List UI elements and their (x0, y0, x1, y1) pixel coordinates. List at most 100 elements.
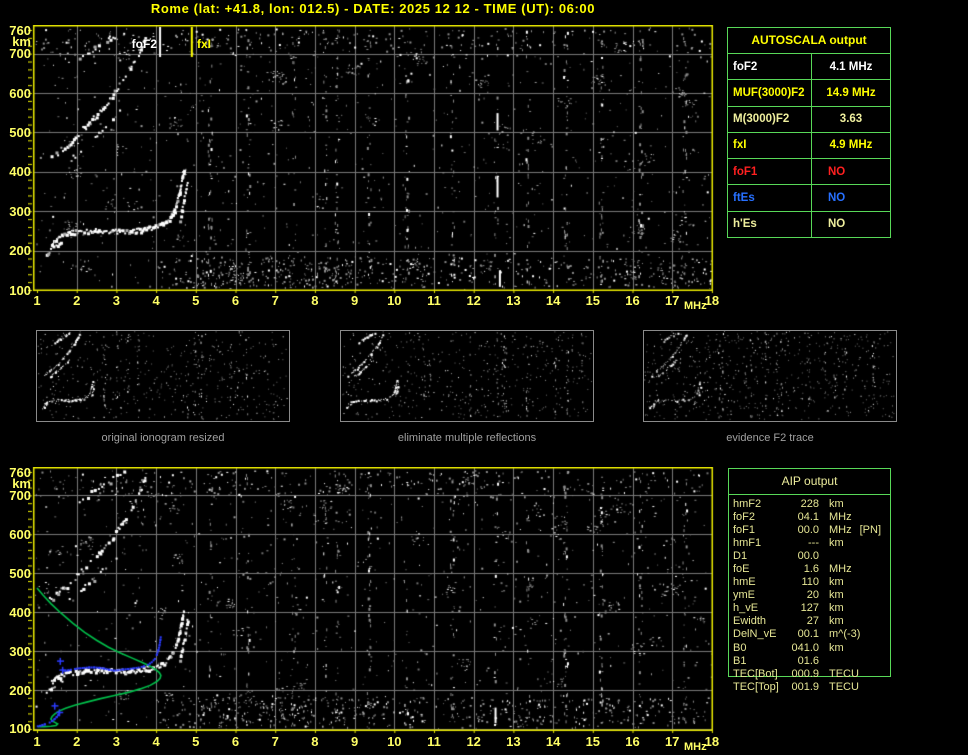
y-tick-label: 300 (9, 203, 31, 219)
aip-header-divider (728, 494, 891, 495)
row-value: NO (828, 165, 846, 178)
table-row-m3000f2: M(3000)F2 3.63 (728, 106, 890, 133)
y-tick-label: 200 (9, 243, 31, 259)
autoscala-screen: Rome (lat: +41.8, lon: 012.5) - DATE: 20… (0, 0, 968, 755)
x-tick-label: 4 (152, 734, 160, 749)
row-label: foF1 (728, 159, 812, 185)
row-label: ftEs (728, 185, 812, 211)
x-tick-label: 5 (192, 293, 200, 308)
x-tick-label: 5 (192, 734, 200, 749)
thumbnail-original-ionogram (36, 330, 290, 422)
x-tick-label: 11 (427, 734, 441, 749)
autoscala-table-header: AUTOSCALA output (728, 28, 890, 54)
thumbnail-caption: original ionogram resized (101, 432, 225, 444)
aip-row-fof2: foF2 04.1 MHz (733, 510, 852, 523)
x-tick-label: 9 (350, 293, 359, 308)
x-axis-unit-label: MHz (684, 300, 707, 312)
x-tick-label: 1 (33, 734, 41, 749)
row-label: foF2 (728, 54, 812, 80)
x-tick-label: 8 (311, 734, 319, 749)
x-tick-label: 2 (73, 293, 81, 308)
row-label: MUF(3000)F2 (728, 80, 812, 106)
x-axis-unit-label: MHz (684, 741, 707, 753)
aip-row-tec-top: TEC[Top] 001.9 TECU (733, 680, 859, 693)
y-tick-label: 600 (9, 526, 31, 542)
x-tick-label: 7 (271, 734, 279, 749)
x-tick-label: 11 (427, 293, 441, 308)
x-tick-label: 4 (152, 293, 160, 308)
table-row-muf3000f2: MUF(3000)F2 14.9 MHz (728, 80, 890, 107)
x-tick-label: 17 (664, 293, 680, 308)
x-tick-label: 16 (625, 734, 640, 749)
y-tick-label: 600 (9, 85, 31, 101)
autoscala-output-table: AUTOSCALA output foF2 4.1 MHz MUF(3000)F… (727, 27, 891, 238)
row-value: 4.1 MHz (829, 60, 873, 73)
row-value: 14.9 MHz (826, 86, 876, 99)
x-tick-label: 1 (33, 293, 41, 308)
thumbnail-canvas (341, 331, 593, 421)
aip-row-foe: foE 1.6 MHz (733, 563, 852, 576)
thumbnail-eliminate-reflections (340, 330, 594, 422)
aip-row-fof1: foF1 00.0 MHz [PN] (733, 523, 882, 536)
table-row-fof1: foF1 NO (728, 159, 890, 186)
x-tick-label: 12 (466, 293, 481, 308)
x-tick-label: 3 (112, 734, 120, 749)
aip-row-deln-ve: DelN_vE 00.1 m^(-3) (733, 628, 861, 641)
x-tick-label: 6 (231, 293, 240, 308)
thumbnail-canvas (644, 331, 896, 421)
row-label: h'Es (728, 211, 812, 237)
bottom-ionogram-canvas (28, 467, 714, 735)
thumbnail-caption: eliminate multiple reflections (397, 432, 537, 444)
x-tick-label: 10 (387, 293, 402, 308)
table-row-fxi: fxI 4.9 MHz (728, 132, 890, 160)
aip-row-ewidth: Ewidth 27 km (733, 615, 844, 628)
row-value: 4.9 MHz (829, 139, 873, 152)
x-tick-label: 3 (112, 293, 120, 308)
x-tick-label: 15 (585, 734, 601, 749)
x-tick-label: 10 (387, 734, 402, 749)
x-tick-label: 14 (545, 293, 561, 308)
aip-row-yme: ymE 20 km (733, 589, 844, 602)
y-tick-label: 300 (9, 643, 31, 659)
y-tick-label: 200 (9, 682, 31, 698)
aip-row-b1: B1 01.6 (733, 654, 819, 667)
thumbnail-caption: evidence F2 trace (726, 432, 814, 444)
aip-row-tec-bot: TEC[Bot] 000.9 TECU (733, 667, 859, 680)
page-title: Rome (lat: +41.8, lon: 012.5) - DATE: 20… (150, 1, 596, 16)
thumbnail-evidence-f2-trace (643, 330, 897, 422)
fof2-marker-label: foF2 (131, 37, 157, 51)
top-ionogram-canvas (28, 25, 714, 295)
y-axis-unit-label: km (12, 476, 31, 492)
x-tick-label: 8 (311, 293, 319, 308)
aip-output-rows: hmF2 228 km foF2 04.1 MHz foF1 00.0 MHz [PN] hm… (733, 497, 903, 693)
table-row-fof2: foF2 4.1 MHz (728, 54, 890, 81)
aip-row-hmf1: hmF1 --- km (733, 536, 844, 549)
aip-row-d1: D1 00.0 (733, 549, 819, 562)
table-row-hes: h'Es NO (728, 211, 890, 237)
row-value: NO (828, 218, 846, 231)
x-tick-label: 12 (466, 734, 481, 749)
y-tick-label: 500 (9, 124, 31, 140)
x-tick-label: 6 (231, 734, 240, 749)
aip-row-hve: h_vE 127 km (733, 602, 844, 615)
x-tick-label: 16 (625, 293, 640, 308)
row-label: fxI (728, 132, 812, 159)
row-value: 3.63 (839, 113, 863, 126)
aip-row-hme: hmE 110 km (733, 576, 844, 589)
x-tick-label: 9 (350, 734, 359, 749)
x-tick-label: 17 (664, 734, 680, 749)
x-tick-label: 13 (506, 293, 521, 308)
table-row-ftes: ftEs NO (728, 185, 890, 212)
thumbnail-canvas (37, 331, 289, 421)
aip-row-b0: B0 041.0 km (733, 641, 844, 654)
x-tick-label: 14 (545, 734, 561, 749)
y-tick-label: 400 (9, 604, 31, 620)
aip-row-hmf2: hmF2 228 km (733, 497, 844, 510)
row-label: M(3000)F2 (728, 106, 812, 132)
x-tick-label: 2 (73, 734, 81, 749)
aip-table-header: AIP output (781, 474, 838, 488)
y-axis-unit-label: km (12, 34, 31, 50)
row-value: NO (828, 192, 846, 205)
x-tick-label: 15 (585, 293, 601, 308)
x-tick-label: 13 (506, 734, 521, 749)
